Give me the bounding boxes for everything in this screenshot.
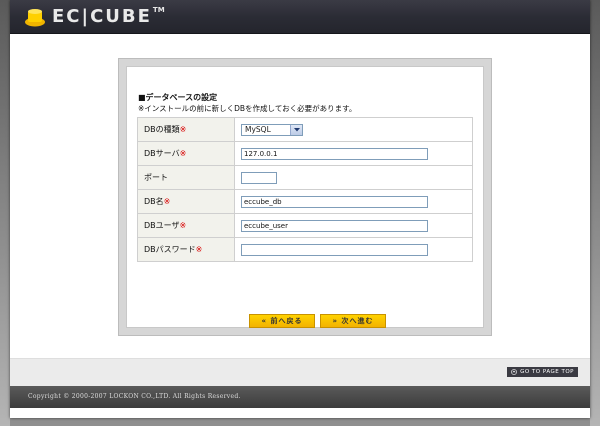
page-frame: EC|CUBETM ■データベースの設定 ※インストールの前に新しくDBを作成し… [10,0,590,418]
cube-logo-icon [25,9,45,27]
db-name-label: DB名※ [137,189,235,214]
required-mark: ※ [163,197,171,206]
db-password-label: DBパスワード※ [137,237,235,262]
db-port-label: ポート [137,165,235,190]
form-row: ポート [137,165,473,190]
go-top-label: GO TO PAGE TOP [520,369,574,375]
form-row: DBユーザ※ eccube_user [137,213,473,238]
logo-tm: TM [152,6,165,14]
site-footer: Copyright © 2000-2007 LOCKON CO.,LTD. Al… [10,386,590,408]
db-server-label: DBサーバ※ [137,141,235,166]
form-row: DBの種類※ MySQL [137,117,473,142]
copyright: Copyright © 2000-2007 LOCKON CO.,LTD. Al… [28,393,241,400]
db-port-input[interactable] [241,171,277,184]
go-to-page-top-button[interactable]: GO TO PAGE TOP [507,367,578,377]
left-gutter [0,0,10,426]
required-mark: ※ [179,221,187,230]
install-panel-inner: ■データベースの設定 ※インストールの前に新しくDBを作成しておく必要があります… [126,66,484,328]
site-header: EC|CUBETM [10,0,590,34]
next-button[interactable]: » 次へ進む [320,314,386,328]
db-name-input[interactable]: eccube_db [241,195,428,208]
required-mark: ※ [195,245,203,254]
install-panel: ■データベースの設定 ※インストールの前に新しくDBを作成しておく必要があります… [118,58,492,336]
db-server-input[interactable]: 127.0.0.1 [241,147,428,160]
back-button[interactable]: « 前へ戻る [249,314,315,328]
section-title: ■データベースの設定 [138,93,218,102]
arrow-up-icon [511,369,517,375]
page-top-bar: GO TO PAGE TOP [10,358,590,387]
db-type-label: DBの種類※ [137,117,235,142]
required-mark: ※ [179,125,187,134]
chevron-down-icon [290,124,302,135]
form-row: DBサーバ※ 127.0.0.1 [137,141,473,166]
logo[interactable]: EC|CUBETM [52,6,165,27]
form-row: DBパスワード※ [137,237,473,262]
main-content: ■データベースの設定 ※インストールの前に新しくDBを作成しておく必要があります… [10,34,590,358]
db-password-input[interactable] [241,243,428,256]
db-user-label: DBユーザ※ [137,213,235,238]
db-type-select[interactable]: MySQL [241,123,303,136]
logo-text: EC|CUBE [52,6,152,27]
install-notice: ※インストールの前に新しくDBを作成しておく必要があります。 [138,104,357,113]
db-user-input[interactable]: eccube_user [241,219,428,232]
db-settings-form: DBの種類※ MySQL DBサーバ※ 127.0.0.1 ポート DB名※ e… [137,117,473,262]
right-gutter [590,0,600,426]
form-row: DB名※ eccube_db [137,189,473,214]
required-mark: ※ [179,149,187,158]
db-type-value: MySQL [245,125,271,134]
